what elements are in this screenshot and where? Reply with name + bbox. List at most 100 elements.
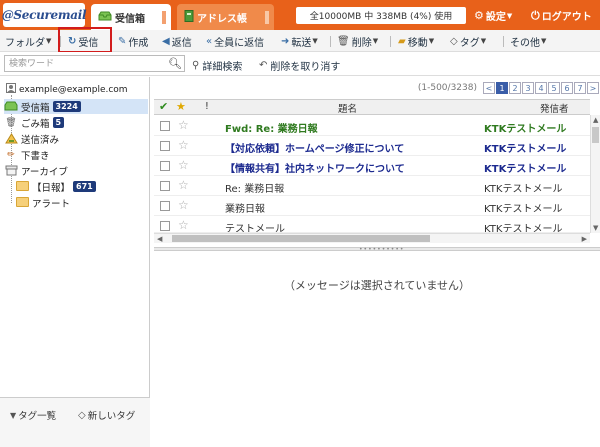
reply-all-button[interactable]: «全員に返信 (206, 33, 264, 49)
row-checkbox[interactable] (160, 141, 170, 151)
forward-button[interactable]: ➜ 転送 ▼ (281, 33, 318, 49)
app-logo[interactable]: @Securemail (2, 3, 87, 27)
inbox-icon (4, 101, 18, 113)
folder-label: アーカイブ (21, 166, 68, 178)
scroll-left-icon[interactable]: ◀ (157, 235, 162, 243)
row-checkbox[interactable] (160, 161, 170, 171)
vertical-scrollbar[interactable]: ▲ ▼ (590, 115, 600, 233)
logout-label: ログアウト (541, 12, 592, 23)
search-input[interactable] (4, 55, 185, 72)
power-icon: ⏻ (531, 8, 540, 22)
undo-delete-link[interactable]: ↶ 削除を取り消す (259, 58, 340, 73)
tag-button[interactable]: ◇ タグ ▼ (450, 33, 486, 49)
message-row[interactable]: ☆ 【対応依頼】ホームページ修正について KTKテストメール (154, 136, 590, 156)
folder-drafts[interactable]: ✏ 下書き (4, 147, 148, 162)
reply-all-label: 全員に返信 (214, 37, 265, 49)
folder-trash[interactable]: 🗑 ごみ箱 5 (4, 115, 148, 130)
page-button[interactable]: 2 (509, 82, 521, 94)
settings-menu[interactable]: ⚙ 設定 ▼ (474, 8, 512, 23)
folder-label: 送信済み (21, 134, 60, 146)
message-row[interactable]: ☆ 【情報共有】社内ネットワークについて KTKテストメール (154, 156, 590, 176)
page-button[interactable]: 1 (496, 82, 508, 94)
advanced-search-label: 詳細検索 (202, 62, 243, 73)
star-icon[interactable]: ★ (176, 100, 186, 113)
star-icon[interactable]: ☆ (178, 218, 189, 232)
tab-inbox-label: 受信箱 (115, 13, 145, 25)
logout-link[interactable]: ⏻ ログアウト (531, 8, 592, 24)
folder-icon (15, 180, 29, 193)
star-icon[interactable]: ☆ (178, 118, 189, 132)
inbox-icon (98, 11, 112, 24)
page-button[interactable]: 4 (535, 82, 547, 94)
folder-menu-button[interactable]: フォルダ ▼ (5, 33, 51, 49)
row-checkbox[interactable] (160, 181, 170, 191)
row-checkbox[interactable] (160, 201, 170, 211)
sent-icon (4, 132, 18, 145)
tab-close-marker[interactable] (265, 11, 269, 24)
message-from: KTKテストメール (484, 144, 567, 155)
message-from: KTKテストメール (484, 224, 563, 233)
star-icon[interactable]: ☆ (178, 158, 189, 172)
scroll-down-icon[interactable]: ▼ (593, 224, 598, 232)
toolbar-divider (330, 36, 331, 47)
tag-icon: ◇ (450, 35, 458, 47)
tab-close-marker[interactable] (162, 11, 166, 24)
chevron-down-icon: ▼ (480, 37, 487, 45)
page-button[interactable]: 5 (548, 82, 560, 94)
row-checkbox[interactable] (160, 121, 170, 131)
message-from: KTKテストメール (484, 124, 567, 135)
advanced-search-link[interactable]: ⚲ 詳細検索 (192, 58, 242, 73)
folder-label: アラート (32, 198, 71, 210)
message-row[interactable]: ☆ Fwd: Re: 業務日報 KTKテストメール (154, 116, 590, 136)
scroll-right-icon[interactable]: ▶ (582, 235, 587, 243)
scroll-up-icon[interactable]: ▲ (593, 116, 598, 124)
folder-icon (15, 196, 29, 209)
message-row[interactable]: ☆ テストメール KTKテストメール (154, 216, 590, 233)
checkmark-icon[interactable]: ✔ (159, 100, 168, 113)
scroll-thumb[interactable] (592, 127, 599, 143)
subject-column-header[interactable]: 題名 (338, 101, 357, 115)
message-row[interactable]: ☆ Re: 業務日報 KTKテストメール (154, 176, 590, 196)
folder-archive[interactable]: アーカイブ (4, 163, 148, 178)
folder-alert[interactable]: アラート (15, 195, 148, 210)
message-subject: 【対応依頼】ホームページ修正について (225, 144, 405, 155)
gear-icon: ⚙ (474, 9, 484, 22)
page-button[interactable]: 6 (561, 82, 573, 94)
next-page-button[interactable]: > (587, 82, 599, 94)
preview-pane: （メッセージは選択されていません） (154, 251, 600, 447)
trash-icon: 🗑 (5, 117, 17, 128)
search-bar: 🔍︎ ⚲詳細検索 ↶削除を取り消す (0, 52, 600, 76)
page-button[interactable]: 3 (522, 82, 534, 94)
folder-pane: example@example.com 受信箱 3224 🗑 ごみ箱 5 送信済… (0, 77, 150, 447)
message-subject: 【情報共有】社内ネットワークについて (225, 164, 405, 175)
tab-address-book[interactable]: アドレス帳 (177, 4, 274, 30)
new-tag-button[interactable]: ◇ 新しいタグ (78, 408, 135, 423)
move-button[interactable]: ▰ 移動 ▼ (398, 33, 434, 49)
toolbar-divider (503, 36, 504, 47)
account-node[interactable]: example@example.com (6, 83, 128, 96)
reply-button[interactable]: ◀ 返信 (162, 33, 192, 49)
other-menu-button[interactable]: その他 ▼ (510, 33, 546, 49)
chevron-down-icon: ▼ (10, 410, 17, 420)
folder-daily-report[interactable]: 【日報】 671 (15, 179, 148, 194)
address-book-icon (184, 9, 194, 25)
delete-button[interactable]: 🗑 削除 ▼ (337, 33, 378, 49)
chevron-down-icon: ▼ (372, 37, 379, 45)
folder-sent[interactable]: 送信済み (4, 131, 148, 146)
prev-page-button[interactable]: < (483, 82, 495, 94)
message-row[interactable]: ☆ 業務日報 KTKテストメール (154, 196, 590, 216)
compose-button[interactable]: ✎ 作成 (118, 33, 148, 49)
folder-inbox[interactable]: 受信箱 3224 (4, 99, 148, 114)
from-column-header[interactable]: 発信者 (540, 101, 569, 115)
star-icon[interactable]: ☆ (178, 198, 189, 212)
horizontal-scrollbar[interactable]: ◀ ▶ (154, 233, 590, 243)
tag-list-toggle[interactable]: ▼ タグ一覧 (10, 408, 56, 423)
search-icon[interactable]: 🔍︎ (168, 57, 182, 70)
star-icon[interactable]: ☆ (178, 178, 189, 192)
row-checkbox[interactable] (160, 221, 170, 231)
priority-column-header[interactable]: ! (205, 101, 209, 112)
page-button[interactable]: 7 (574, 82, 586, 94)
scroll-thumb[interactable] (172, 235, 430, 242)
star-icon[interactable]: ☆ (178, 138, 189, 152)
draft-icon: ✏ (7, 149, 15, 160)
